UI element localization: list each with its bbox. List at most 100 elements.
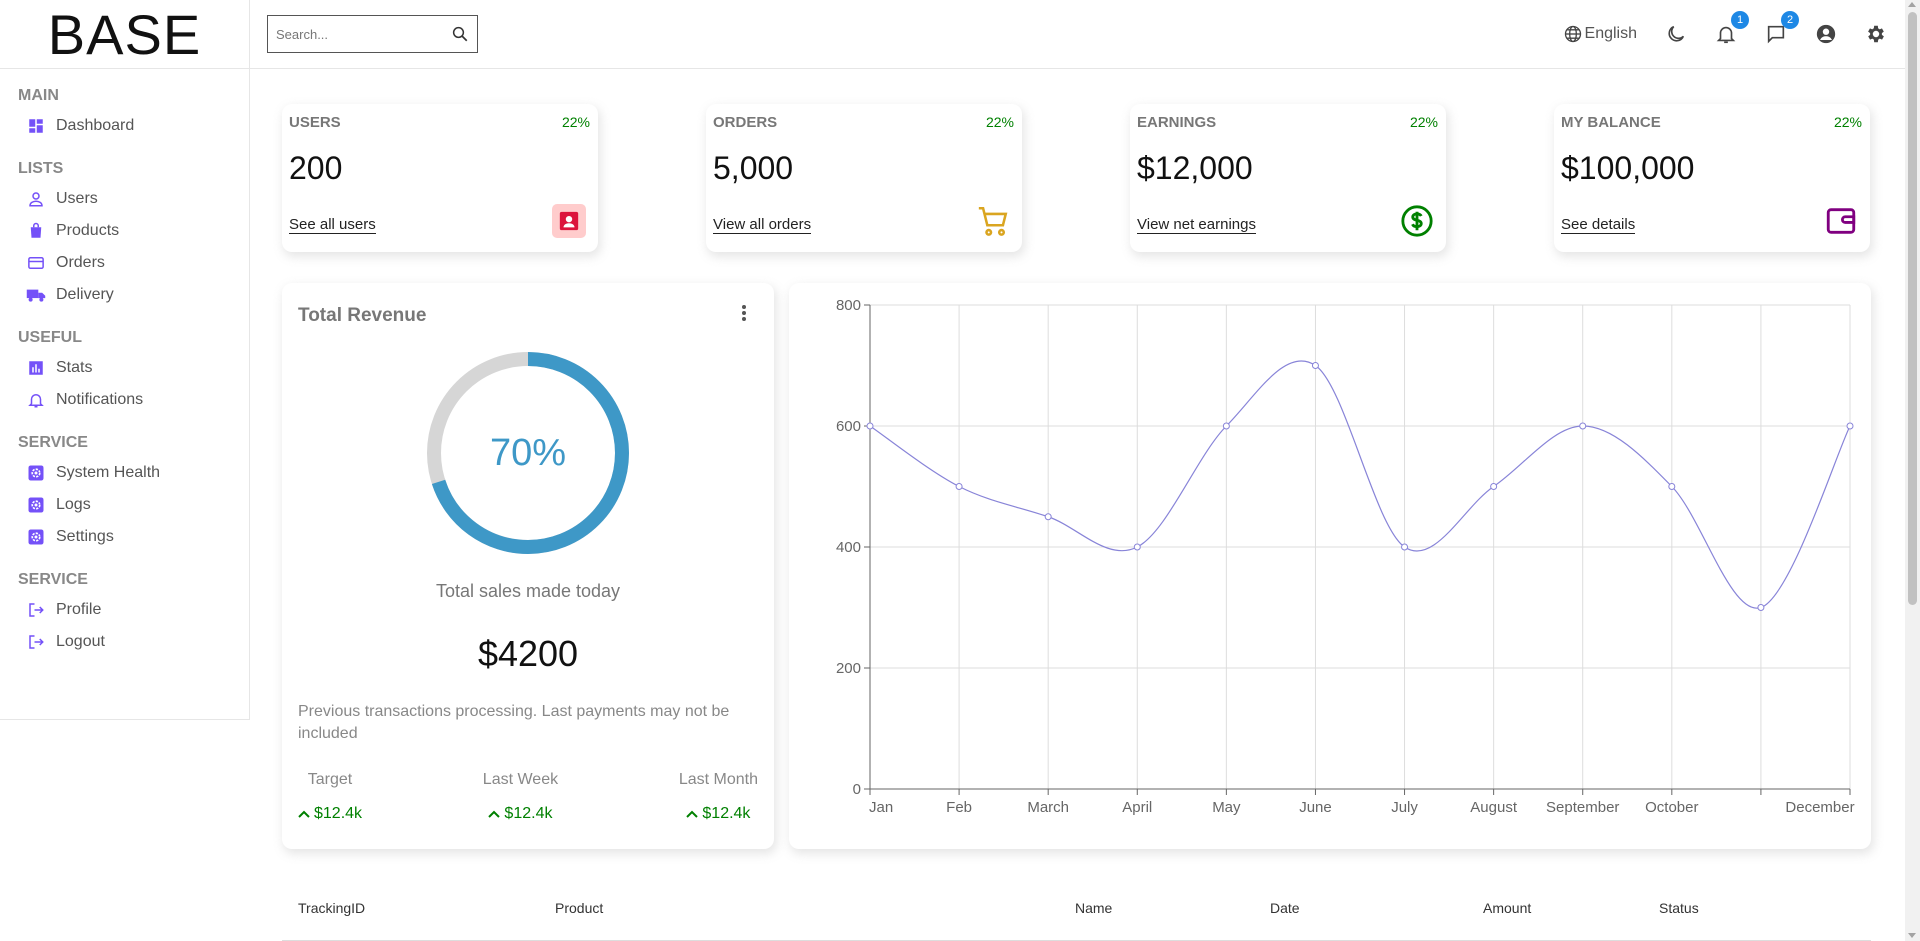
data-point — [1579, 422, 1587, 430]
widget-counter: $100,000 — [1561, 150, 1695, 186]
search-icon[interactable] — [451, 25, 469, 43]
revenue-progress-ring: 70% — [427, 352, 629, 554]
sidebar-item-profile[interactable]: Profile — [18, 594, 249, 626]
navbar: English 1 2 — [250, 0, 1905, 69]
logo[interactable]: BASE — [0, 0, 249, 69]
settings-button[interactable] — [1865, 23, 1887, 45]
settings-system-icon — [26, 495, 46, 515]
sidebar-section: SERVICE System Health Logs Settings — [0, 434, 249, 553]
dark-mode-toggle[interactable] — [1665, 23, 1687, 45]
sidebar-section-title: SERVICE — [18, 571, 88, 588]
widget-counter: 5,000 — [713, 150, 794, 186]
widget-link[interactable]: See all users — [289, 216, 376, 234]
data-point — [1044, 513, 1052, 521]
y-tick-label: 600 — [836, 418, 861, 435]
sidebar-item-system-health[interactable]: System Health — [18, 457, 249, 489]
column-header-product[interactable]: Product — [555, 896, 603, 916]
x-tick-label: October — [1645, 799, 1698, 816]
featured-subtitle: Total sales made today — [435, 581, 621, 601]
revenue-progress-label: 70% — [490, 432, 566, 474]
sidebar-item-label: Notifications — [56, 391, 144, 408]
widget-title: MY BALANCE — [1561, 114, 1661, 131]
logout-icon — [26, 632, 46, 652]
globe-icon — [1563, 24, 1583, 44]
summary-value-row: $12.4k — [679, 805, 758, 823]
navbar-actions: English 1 2 — [1535, 11, 1887, 45]
column-header-name[interactable]: Name — [1075, 896, 1112, 916]
column-header-status[interactable]: Status — [1659, 896, 1699, 916]
scroll-up-arrow-icon[interactable] — [1908, 2, 1916, 7]
language-selector[interactable]: English — [1563, 24, 1637, 44]
x-tick-label: September — [1546, 799, 1619, 816]
sidebar-item-dashboard[interactable]: Dashboard — [18, 110, 249, 142]
sidebar-item-label: Stats — [56, 359, 93, 376]
x-tick-label: April — [1122, 799, 1152, 816]
sidebar-item-label: Delivery — [56, 286, 114, 303]
sidebar-section-title: USEFUL — [18, 329, 82, 346]
more-vert-icon[interactable] — [736, 303, 752, 328]
sidebar-item-settings[interactable]: Settings — [18, 521, 249, 553]
notifications-button[interactable]: 1 — [1715, 11, 1749, 45]
sidebar-item-logout[interactable]: Logout — [18, 626, 249, 658]
x-tick-label: July — [1391, 799, 1418, 816]
sidebar-item-delivery[interactable]: Delivery — [18, 279, 249, 311]
sidebar-item-notifications[interactable]: Notifications — [18, 384, 249, 416]
widget-percentage: 22% — [1833, 114, 1862, 130]
wallet-icon — [1824, 204, 1858, 238]
summary-value-row: $12.4k — [483, 805, 558, 823]
sidebar-item-label: Dashboard — [56, 117, 135, 134]
person-icon — [552, 204, 586, 238]
scroll-down-arrow-icon[interactable] — [1908, 933, 1916, 938]
chevron-up-icon — [686, 809, 699, 819]
bell-icon — [26, 390, 46, 410]
dashboard-app: BASE MAIN Dashboard LISTS Users Products Orde… — [0, 0, 1920, 941]
x-tick-label: March — [1027, 799, 1069, 816]
data-point — [1311, 362, 1319, 369]
sidebar-item-label: Logout — [56, 633, 105, 650]
column-header-trackingid[interactable]: TrackingID — [298, 896, 365, 916]
widget-orders: ORDERS 22% 5,000 View all orders — [706, 104, 1022, 252]
sidebar-item-orders[interactable]: Orders — [18, 247, 249, 279]
transactions-table-header: TrackingID Product Name Date Amount Status — [282, 896, 1871, 941]
column-header-date[interactable]: Date — [1270, 896, 1300, 916]
account-button[interactable] — [1815, 23, 1837, 45]
widget-link[interactable]: View all orders — [713, 216, 812, 234]
column-header-amount[interactable]: Amount — [1483, 896, 1531, 916]
sidebar-item-label: Products — [56, 222, 120, 239]
language-label: English — [1584, 25, 1637, 42]
widget-link[interactable]: See details — [1561, 216, 1636, 234]
widget-counter: $12,000 — [1137, 150, 1253, 186]
featured-description: Previous transactions processing. Last p… — [298, 703, 730, 742]
widget-title: EARNINGS — [1137, 114, 1217, 131]
data-point — [1401, 543, 1409, 551]
scroll-thumb[interactable] — [1908, 12, 1917, 605]
featured-revenue-card: Total Revenue 70% Total sales made today… — [282, 283, 774, 849]
messages-badge: 2 — [1781, 11, 1799, 29]
page-scrollbar[interactable] — [1905, 0, 1920, 941]
featured-title: Total Revenue — [298, 305, 427, 326]
y-tick-label: 200 — [836, 660, 861, 677]
x-tick-label: May — [1212, 799, 1241, 816]
logout-icon — [26, 600, 46, 620]
search-box — [267, 15, 478, 53]
sidebar-item-products[interactable]: Products — [18, 215, 249, 247]
sidebar-item-label: System Health — [56, 464, 161, 481]
search-input[interactable] — [276, 26, 446, 42]
sidebar-item-users[interactable]: Users — [18, 183, 249, 215]
sidebar: BASE MAIN Dashboard LISTS Users Products Orde… — [0, 0, 250, 720]
credit-card-icon — [26, 253, 46, 273]
sidebar-section-title: SERVICE — [18, 434, 88, 451]
chart-canvas: 0 200 400 600 800 Jan Feb March April May June July… — [836, 297, 1855, 816]
y-tick-label: 0 — [853, 781, 861, 798]
messages-button[interactable]: 2 — [1765, 11, 1799, 45]
sidebar-item-logs[interactable]: Logs — [18, 489, 249, 521]
sidebar-item-label: Logs — [56, 496, 91, 513]
data-point — [1490, 483, 1498, 490]
sidebar-item-stats[interactable]: Stats — [18, 352, 249, 384]
summary-title: Last Month — [678, 771, 758, 788]
sidebar-item-label: Users — [56, 190, 98, 207]
x-tick-label: June — [1299, 799, 1332, 816]
sidebar-section: LISTS Users Products Orders Delivery — [0, 160, 249, 311]
widget-link[interactable]: View net earnings — [1137, 216, 1256, 234]
dashboard-icon — [26, 116, 46, 136]
